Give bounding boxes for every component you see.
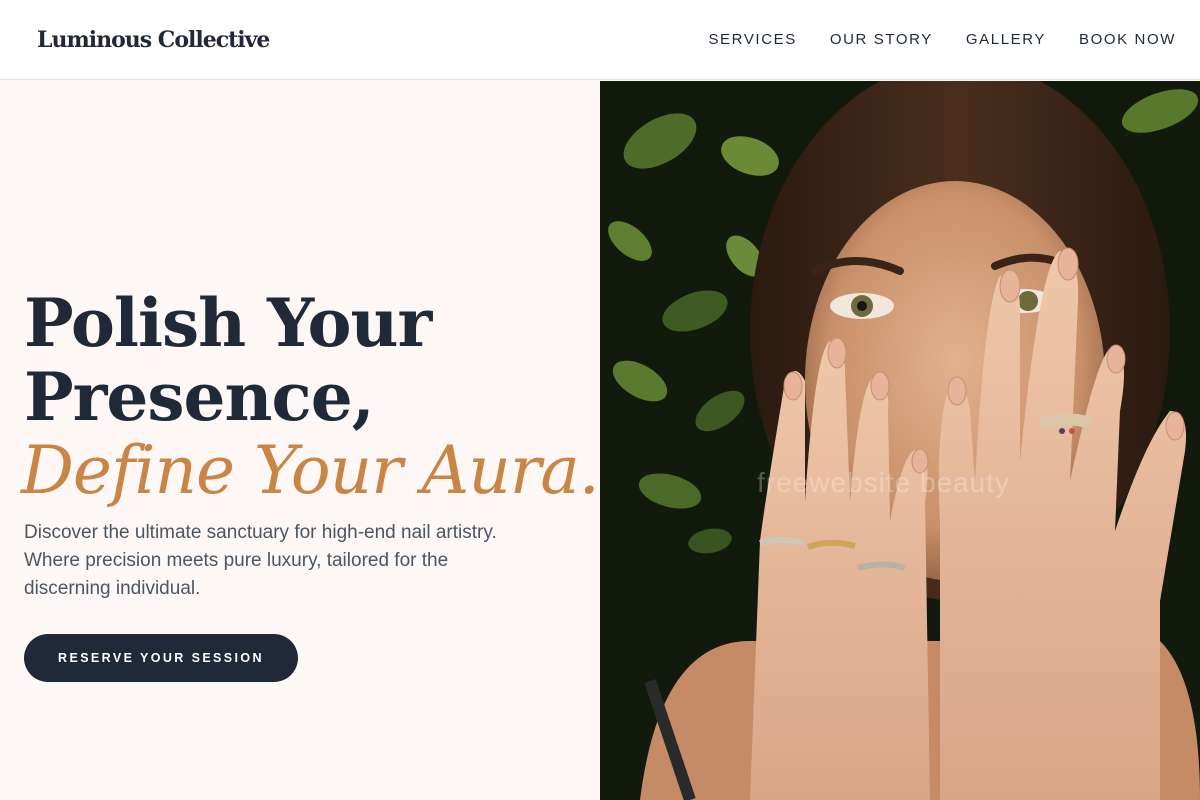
hero-text-panel: Polish Your Presence, Define Your Aura. … xyxy=(0,81,600,800)
headline-line-1: Polish Your xyxy=(24,284,432,362)
headline-line-2: Presence, xyxy=(24,358,375,436)
nav-link-services[interactable]: SERVICES xyxy=(708,31,796,48)
hero-photo: freewebsite beauty xyxy=(600,81,1200,800)
hero-photo-illustration xyxy=(600,81,1200,800)
headline-accent: Define Your Aura. xyxy=(21,432,600,509)
hero-headline: Polish Your Presence, Define Your Aura. xyxy=(21,284,600,509)
site-header: Luminous Collective SERVICES OUR STORY G… xyxy=(0,0,1200,80)
nav-link-our-story[interactable]: OUR STORY xyxy=(830,31,933,48)
hero-description: Discover the ultimate sanctuary for high… xyxy=(24,522,497,599)
main-nav: SERVICES OUR STORY GALLERY BOOK NOW xyxy=(708,31,1176,48)
photo-watermark: freewebsite beauty xyxy=(757,467,1011,498)
nav-link-book-now[interactable]: BOOK NOW xyxy=(1079,31,1176,48)
nav-link-gallery[interactable]: GALLERY xyxy=(966,31,1046,48)
brand-logo[interactable]: Luminous Collective xyxy=(37,27,270,53)
reserve-session-button[interactable]: RESERVE YOUR SESSION xyxy=(24,634,298,682)
